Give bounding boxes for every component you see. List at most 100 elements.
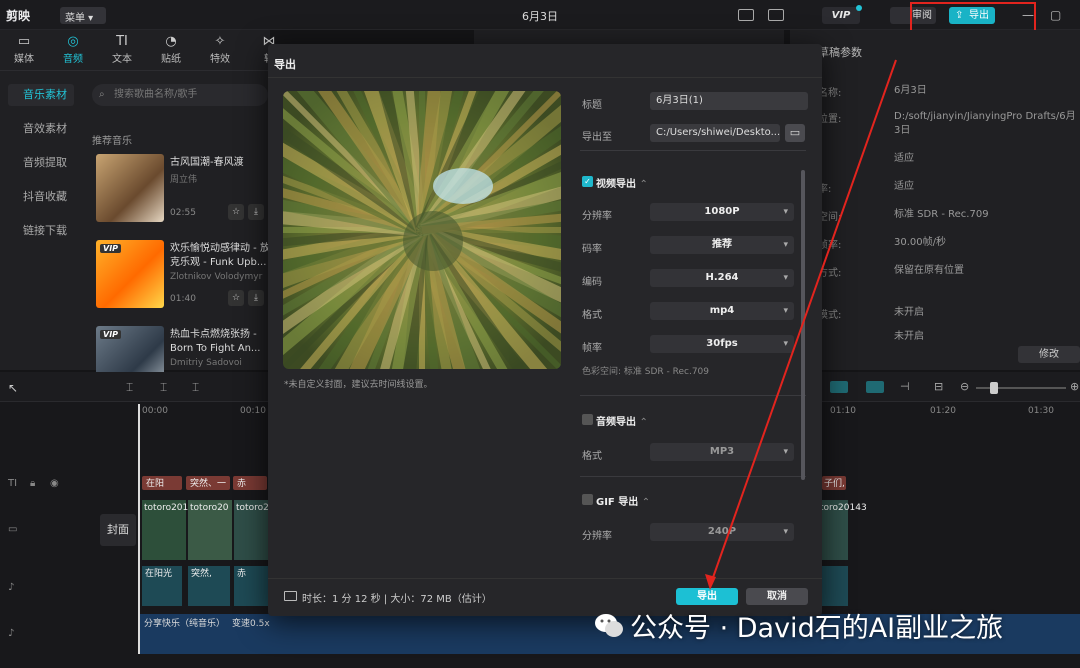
scroll-thumb[interactable] (801, 170, 805, 480)
text-clip[interactable]: 突然、一 (186, 476, 230, 490)
sidebar-item[interactable]: 音乐素材 (8, 84, 74, 106)
music-list-item[interactable]: 古风国潮-春风渡 周立伟 02:55 ☆ ⤓ (96, 154, 264, 224)
tool-sticker[interactable]: ◔ 贴纸 (151, 34, 191, 65)
text-clip[interactable]: 子们, (822, 476, 846, 490)
music-duration: 01:40 (170, 294, 196, 304)
video-clip[interactable]: totoro20 (188, 500, 232, 560)
zoom-in-icon[interactable]: ⊕ (1070, 380, 1079, 393)
audio-icon: ◎ (67, 34, 79, 49)
video-setting-select[interactable]: 1080P ▾ (650, 203, 794, 221)
video-export-checkbox[interactable]: ✓ (582, 176, 593, 187)
tool-audio[interactable]: ◎ 音频 (53, 34, 93, 65)
folder-icon[interactable]: ▭ (785, 124, 805, 142)
sub-audio-clip[interactable] (820, 566, 848, 606)
cursor-tool-icon[interactable]: ↖ (8, 381, 18, 395)
align-icon[interactable]: ⊣ (900, 380, 910, 393)
recommend-title: 推荐音乐 (92, 136, 132, 147)
audio-format-select[interactable]: MP3 ▾ (650, 443, 794, 461)
music-list-item[interactable]: VIP 欢乐愉悦动感律动 - 放克乐观 - Funk Upb... Zlotniko… (96, 240, 270, 310)
sub-audio-clip[interactable]: 在阳光 (142, 566, 182, 606)
vip-badge[interactable]: VIP (822, 7, 860, 24)
lock-icon[interactable]: 🔒︎ (30, 478, 35, 489)
notification-dot (856, 5, 862, 11)
cover-button[interactable]: 封面 (100, 514, 136, 546)
video-clip[interactable]: totoro201 (142, 500, 188, 560)
export-path-input[interactable]: C:/Users/shiwei/Deskto... (650, 124, 780, 142)
sidebar-item[interactable]: 音效素材 (8, 118, 74, 140)
sidebar-item[interactable]: 抖音收藏 (8, 186, 74, 208)
cancel-button[interactable]: 取消 (746, 588, 808, 605)
audio-export-checkbox[interactable] (582, 414, 593, 425)
tool-label: 媒体 (14, 54, 34, 65)
sub-audio-clip[interactable]: 赤 (234, 566, 268, 606)
zoom-out-icon[interactable]: ⊖ (960, 380, 969, 393)
vip-mini-badge: VIP (100, 244, 122, 253)
gif-res-select[interactable]: 240P ▾ (650, 523, 794, 541)
layout-icon[interactable] (768, 9, 784, 21)
gif-export-checkbox[interactable] (582, 494, 593, 505)
color-space-text: 色彩空间: 标准 SDR - Rec.709 (582, 367, 709, 377)
chevron-down-icon: ▾ (783, 240, 788, 250)
video-setting-select[interactable]: 推荐 ▾ (650, 236, 794, 254)
minimize-icon[interactable]: — (1022, 8, 1034, 22)
video-setting-value: 1080P (704, 206, 740, 217)
collapse-icon[interactable]: ⌃ (639, 179, 647, 190)
video-clip-label: toro20143 (820, 503, 867, 513)
favorite-icon[interactable]: ☆ (228, 204, 244, 220)
param-value: 适应 (894, 181, 914, 192)
chevron-down-icon: ▾ (783, 527, 788, 537)
video-setting-select[interactable]: 30fps ▾ (650, 335, 794, 353)
music-artist: 周立伟 (170, 175, 198, 185)
collapse-icon[interactable]: ⌃ (642, 497, 650, 508)
menu-button[interactable]: 菜单 ▾ (60, 7, 106, 24)
music-search-input[interactable]: ⌕ 搜索歌曲名称/歌手 (92, 84, 268, 106)
audio-track-icon: ♪ (8, 582, 15, 593)
download-icon[interactable]: ⤓ (248, 290, 264, 306)
section-divider (580, 150, 806, 151)
title-input[interactable]: 6月3日(1) (650, 92, 808, 110)
restore-icon[interactable]: ▢ (1050, 8, 1061, 22)
music-title: 热血卡点燃烧张扬 - Born To Fight An... (170, 329, 261, 354)
video-setting-select[interactable]: mp4 ▾ (650, 302, 794, 320)
video-clip[interactable]: toro20143 (820, 500, 867, 560)
text-clip[interactable]: 赤 (233, 476, 267, 490)
snap-icon[interactable] (830, 381, 848, 393)
split-icon[interactable]: ⌶ (126, 380, 133, 395)
menu-label: 菜单 (65, 13, 85, 24)
cover-preview[interactable] (283, 91, 561, 369)
export-button[interactable]: 导出 (676, 588, 738, 605)
video-setting-select[interactable]: H.264 ▾ (650, 269, 794, 287)
tool-effects[interactable]: ✧ 特效 (200, 34, 240, 65)
gif-export-title: GIF 导出 ⌃ (596, 493, 650, 508)
chevron-down-icon: ▾ (783, 306, 788, 316)
video-track-icon: ▭ (8, 524, 18, 535)
title-label: 标题 (582, 100, 602, 111)
preview-axis-icon[interactable]: ⊟ (934, 380, 943, 393)
favorite-icon[interactable]: ☆ (228, 290, 244, 306)
split-left-icon[interactable]: ⌶ (160, 380, 167, 395)
text-clip[interactable]: 在阳 (142, 476, 182, 490)
keyboard-icon[interactable] (738, 9, 754, 21)
zoom-handle[interactable] (990, 382, 998, 394)
duration-size-info: 时长：1 分 12 秒 | 大小：72 MB（估计） (302, 594, 492, 605)
video-setting-value: 推荐 (712, 239, 732, 250)
sidebar-item[interactable]: 音频提取 (8, 152, 74, 174)
sub-audio-clip[interactable]: 突然, (188, 566, 230, 606)
cover-note: *未自定义封面，建议去时间线设置。 (284, 380, 433, 390)
music-thumbnail (96, 154, 164, 222)
collapse-icon[interactable]: ⌃ (639, 417, 647, 428)
eye-icon[interactable]: ◉ (50, 478, 59, 489)
split-right-icon[interactable]: ⌶ (192, 380, 199, 395)
modify-button[interactable]: 修改 (1018, 346, 1080, 363)
video-clip[interactable]: totoro2 (234, 500, 269, 560)
link-icon[interactable] (866, 381, 884, 393)
search-placeholder: 搜索歌曲名称/歌手 (114, 89, 198, 100)
sidebar-item[interactable]: 链接下载 (8, 220, 74, 242)
download-icon[interactable]: ⤓ (248, 204, 264, 220)
chevron-down-icon: ▾ (783, 273, 788, 283)
video-setting-label: 编码 (582, 277, 602, 288)
tool-media[interactable]: ▭ 媒体 (4, 34, 44, 65)
tool-text[interactable]: TI 文本 (102, 34, 142, 65)
ruler-tick: 01:30 (1028, 406, 1054, 416)
sticker-icon: ◔ (165, 34, 177, 49)
